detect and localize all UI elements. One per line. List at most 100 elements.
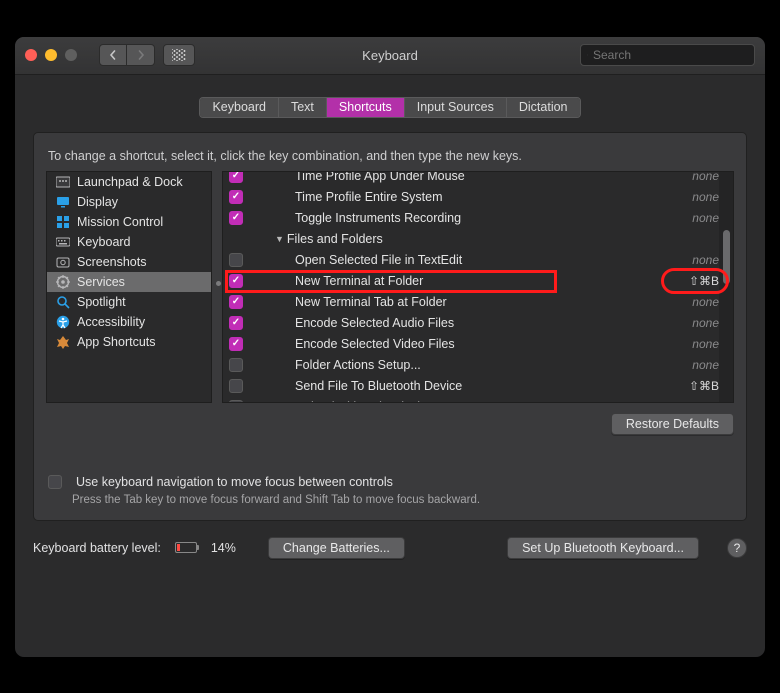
shortcut-row[interactable]: Encode Selected Video Filesnone bbox=[223, 334, 733, 355]
kb-nav-section: Use keyboard navigation to move focus be… bbox=[46, 475, 734, 506]
tab-dictation[interactable]: Dictation bbox=[507, 98, 580, 117]
divider-handle[interactable] bbox=[216, 281, 221, 286]
sidebar-item-label: App Shortcuts bbox=[77, 335, 156, 349]
keyboard-icon bbox=[55, 234, 71, 250]
shortcut-label: Toggle Instruments Recording bbox=[295, 211, 461, 225]
shortcut-label: Folder Actions Setup... bbox=[295, 358, 421, 372]
shortcut-key[interactable]: none bbox=[692, 358, 719, 372]
shortcut-row[interactable]: New Terminal Tab at Folder none bbox=[223, 292, 733, 313]
shortcut-checkbox[interactable] bbox=[229, 358, 243, 372]
battery-label: Keyboard battery level: bbox=[33, 541, 161, 555]
shortcut-checkbox[interactable] bbox=[229, 400, 243, 403]
sidebar-item-launchpad[interactable]: Launchpad & Dock bbox=[47, 172, 211, 192]
shortcut-checkbox[interactable] bbox=[229, 316, 243, 330]
shortcut-checkbox[interactable] bbox=[229, 295, 243, 309]
shortcut-checkbox[interactable] bbox=[229, 337, 243, 351]
sidebar-item-services[interactable]: Services bbox=[47, 272, 211, 292]
group-label: Files and Folders bbox=[287, 232, 383, 246]
tab-bar: Keyboard Text Shortcuts Input Sources Di… bbox=[199, 97, 580, 118]
shortcut-key[interactable]: none bbox=[692, 253, 719, 267]
system-prefs-window: Keyboard Keyboard Text Shortcuts Input S… bbox=[15, 37, 765, 657]
shortcut-label: Send File To Bluetooth Device bbox=[295, 379, 462, 393]
battery-percent: 14% bbox=[211, 541, 236, 555]
titlebar: Keyboard bbox=[15, 37, 765, 75]
shortcut-row[interactable]: Time Profile App Under Mouse none bbox=[223, 171, 733, 187]
shortcut-row[interactable]: Encode Selected Audio Filesnone bbox=[223, 313, 733, 334]
shortcut-key[interactable]: none bbox=[692, 171, 719, 184]
spotlight-icon bbox=[55, 294, 71, 310]
search-field[interactable] bbox=[580, 44, 755, 66]
back-button[interactable] bbox=[99, 44, 127, 66]
shortcut-label: Time Profile App Under Mouse bbox=[295, 171, 465, 184]
kb-nav-subtext: Press the Tab key to move focus forward … bbox=[72, 494, 734, 506]
sidebar-item-keyboard[interactable]: Keyboard bbox=[47, 232, 211, 252]
battery-icon bbox=[175, 542, 197, 553]
disclosure-triangle-icon[interactable]: ▼ bbox=[275, 234, 284, 244]
shortcut-row[interactable]: Open Selected File in TextEdit none bbox=[223, 250, 733, 271]
search-input[interactable] bbox=[593, 48, 748, 62]
shortcut-checkbox[interactable] bbox=[229, 379, 243, 393]
sidebar-item-appshort[interactable]: App Shortcuts bbox=[47, 332, 211, 352]
shortcut-key[interactable]: ⇧⌘B bbox=[689, 274, 719, 288]
columns: Launchpad & Dock Display Mission Control Ke… bbox=[46, 171, 734, 403]
shortcut-row[interactable]: Time Profile Entire Systemnone bbox=[223, 187, 733, 208]
shortcut-key[interactable]: none bbox=[692, 316, 719, 330]
sidebar-item-label: Launchpad & Dock bbox=[77, 175, 183, 189]
tab-keyboard[interactable]: Keyboard bbox=[200, 98, 279, 117]
shortcut-label: Upload with Cyberduck bbox=[295, 400, 424, 403]
zoom-icon bbox=[65, 49, 77, 61]
shortcut-key[interactable]: none bbox=[692, 211, 719, 225]
sidebar-item-accessibility[interactable]: Accessibility bbox=[47, 312, 211, 332]
shortcut-checkbox[interactable] bbox=[229, 190, 243, 204]
grid-icon bbox=[172, 49, 186, 61]
accessibility-icon bbox=[55, 314, 71, 330]
restore-defaults-button[interactable]: Restore Defaults bbox=[611, 413, 734, 435]
sidebar-item-label: Mission Control bbox=[77, 215, 163, 229]
shortcut-key[interactable]: none bbox=[692, 400, 719, 403]
screenshot-icon bbox=[55, 254, 71, 270]
shortcut-key[interactable]: none bbox=[692, 295, 719, 309]
shortcut-checkbox[interactable] bbox=[229, 274, 243, 288]
group-header[interactable]: ▼Files and Folders bbox=[223, 229, 733, 250]
shortcut-key[interactable]: none bbox=[692, 190, 719, 204]
help-button[interactable]: ? bbox=[727, 538, 747, 558]
shortcut-checkbox[interactable] bbox=[229, 253, 243, 267]
shortcut-key[interactable]: none bbox=[692, 337, 719, 351]
tab-text[interactable]: Text bbox=[279, 98, 327, 117]
body: Keyboard Text Shortcuts Input Sources Di… bbox=[15, 75, 765, 657]
search-icon bbox=[587, 49, 588, 61]
shortcut-checkbox[interactable] bbox=[229, 171, 243, 184]
kb-nav-checkbox[interactable] bbox=[48, 475, 62, 489]
shortcut-row[interactable]: Toggle Instruments Recording none bbox=[223, 208, 733, 229]
tab-shortcuts[interactable]: Shortcuts bbox=[327, 98, 405, 117]
tab-input-sources[interactable]: Input Sources bbox=[405, 98, 507, 117]
sidebar-item-mission[interactable]: Mission Control bbox=[47, 212, 211, 232]
setup-bluetooth-button[interactable]: Set Up Bluetooth Keyboard... bbox=[507, 537, 699, 559]
shortcut-row[interactable]: Folder Actions Setup... none bbox=[223, 355, 733, 376]
minimize-icon[interactable] bbox=[45, 49, 57, 61]
sidebar-item-screenshot[interactable]: Screenshots bbox=[47, 252, 211, 272]
shortcut-row[interactable]: Upload with Cyberduck none bbox=[223, 397, 733, 403]
category-sidebar[interactable]: Launchpad & Dock Display Mission Control Ke… bbox=[46, 171, 212, 403]
shortcut-label: New Terminal at Folder bbox=[295, 274, 423, 288]
sidebar-item-spotlight[interactable]: Spotlight bbox=[47, 292, 211, 312]
scrollbar[interactable] bbox=[719, 172, 733, 402]
shortcut-label: New Terminal Tab at Folder bbox=[295, 295, 447, 309]
shortcut-label: Open Selected File in TextEdit bbox=[295, 253, 462, 267]
scrollbar-thumb[interactable] bbox=[723, 230, 730, 284]
window-title: Keyboard bbox=[362, 48, 418, 63]
show-all-button[interactable] bbox=[163, 44, 195, 66]
shortcut-checkbox[interactable] bbox=[229, 211, 243, 225]
shortcut-key[interactable]: ⇧⌘B bbox=[689, 379, 719, 393]
sidebar-item-label: Screenshots bbox=[77, 255, 146, 269]
forward-button[interactable] bbox=[127, 44, 155, 66]
sidebar-item-label: Display bbox=[77, 195, 118, 209]
display-icon bbox=[55, 194, 71, 210]
sidebar-item-display[interactable]: Display bbox=[47, 192, 211, 212]
shortcut-row[interactable]: Send File To Bluetooth Device ⇧⌘B bbox=[223, 376, 733, 397]
close-icon[interactable] bbox=[25, 49, 37, 61]
shortcut-row[interactable]: New Terminal at Folder ⇧⌘B bbox=[223, 271, 733, 292]
change-batteries-button[interactable]: Change Batteries... bbox=[268, 537, 405, 559]
kb-nav-label: Use keyboard navigation to move focus be… bbox=[76, 475, 393, 489]
shortcuts-list[interactable]: Time Profile App Under MousenoneTime Pro… bbox=[222, 171, 734, 403]
